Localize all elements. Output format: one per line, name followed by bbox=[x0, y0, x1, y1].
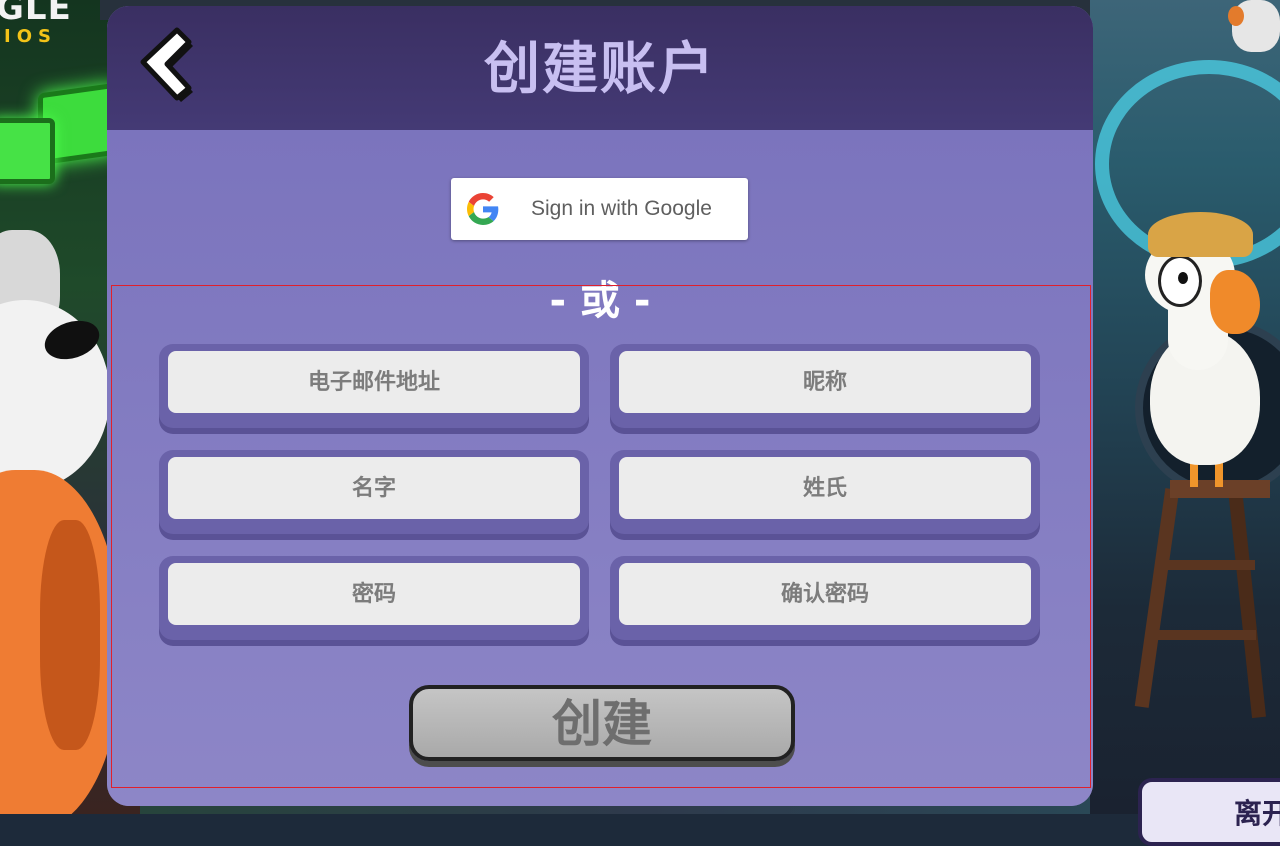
small-character-part bbox=[1228, 6, 1244, 26]
dialog-body: Sign in with Google - 或 - 创建 bbox=[107, 130, 1093, 806]
goose-pupil bbox=[1178, 272, 1188, 284]
password-field[interactable] bbox=[168, 563, 580, 625]
create-account-dialog: 创建账户 Sign in with Google - 或 - 电子邮件地址 昵称… bbox=[107, 6, 1093, 806]
google-g-icon bbox=[467, 193, 499, 225]
ladder-rung bbox=[1160, 560, 1255, 570]
last-name-field-frame bbox=[610, 450, 1040, 534]
nickname-field-frame bbox=[610, 344, 1040, 428]
password-field-frame bbox=[159, 556, 589, 640]
goose-hard-hat bbox=[1148, 212, 1253, 257]
first-name-field[interactable] bbox=[168, 457, 580, 519]
first-name-field-frame bbox=[159, 450, 589, 534]
confirm-password-field[interactable] bbox=[619, 563, 1031, 625]
or-divider: - 或 - bbox=[549, 278, 651, 324]
dialog-title: 创建账户 bbox=[484, 37, 716, 102]
leave-button[interactable]: 离开 bbox=[1138, 778, 1280, 846]
create-button-label: 创建 bbox=[552, 695, 652, 753]
email-field[interactable] bbox=[168, 351, 580, 413]
ladder-rung bbox=[1156, 630, 1256, 640]
studio-logo-subtext: IOS bbox=[4, 26, 57, 47]
email-field-frame bbox=[159, 344, 589, 428]
dialog-header: 创建账户 bbox=[107, 6, 1093, 130]
studio-logo-text: GLE bbox=[0, 0, 72, 28]
confirm-password-field-frame bbox=[610, 556, 1040, 640]
last-name-field[interactable] bbox=[619, 457, 1031, 519]
google-sign-in-button[interactable]: Sign in with Google bbox=[451, 178, 748, 240]
nickname-field[interactable] bbox=[619, 351, 1031, 413]
google-button-label: Sign in with Google bbox=[531, 197, 712, 220]
character-shade bbox=[40, 520, 100, 750]
green-sign bbox=[0, 118, 55, 184]
create-account-button[interactable]: 创建 bbox=[409, 685, 795, 761]
leave-button-label: 离开 bbox=[1234, 797, 1280, 830]
